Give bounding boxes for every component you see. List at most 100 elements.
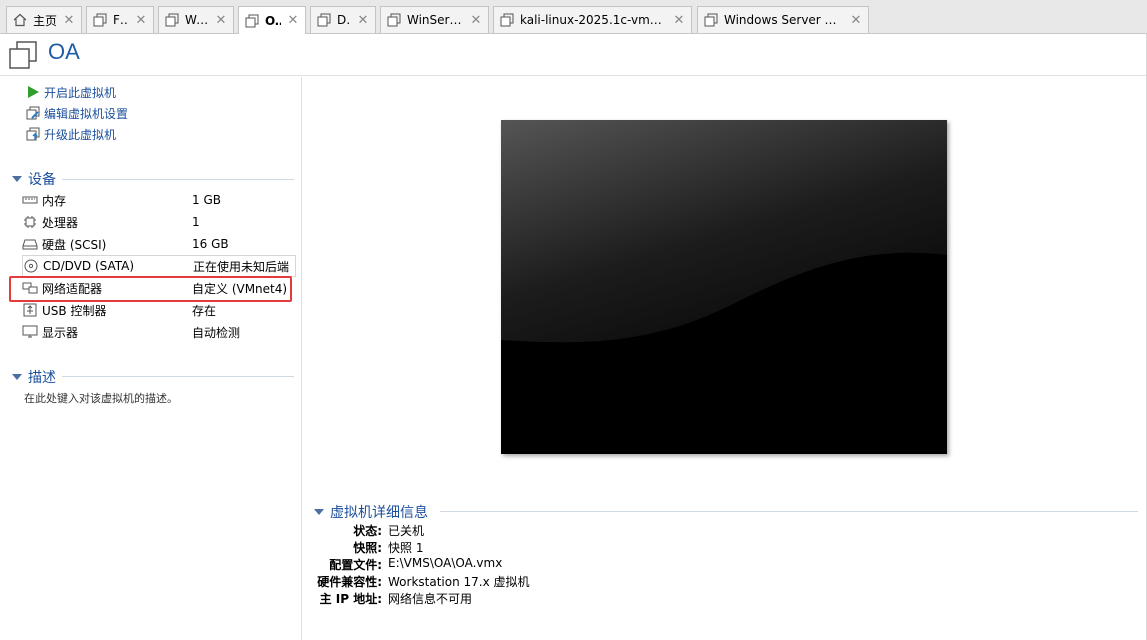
tab-bar: 主页 ✕ FW ✕ Web ✕ OA ✕ DB ✕ WinServer ✕ bbox=[0, 0, 1147, 34]
vm-icon bbox=[317, 13, 331, 27]
detail-key: 主 IP 地址: bbox=[319, 592, 382, 606]
detail-row-state: 状态: 已关机 bbox=[300, 522, 800, 539]
device-name: CD/DVD (SATA) bbox=[43, 259, 135, 273]
action-label: 升级此虚拟机 bbox=[44, 127, 117, 142]
divider bbox=[62, 179, 294, 180]
detail-row-snapshot: 快照: 快照 1 bbox=[300, 539, 800, 556]
section-title: 设备 bbox=[28, 172, 56, 188]
preview-gloss bbox=[501, 120, 947, 454]
section-title: 描述 bbox=[28, 370, 56, 386]
vm-icon bbox=[245, 14, 259, 28]
vm-header: OA bbox=[0, 34, 1147, 76]
detail-row-config-file: 配置文件: E:\VMS\OA\OA.vmx bbox=[300, 556, 800, 573]
device-value: 自动检测 bbox=[192, 325, 241, 340]
memory-icon bbox=[22, 193, 38, 207]
device-value: 1 GB bbox=[192, 193, 221, 207]
device-cd-dvd[interactable]: CD/DVD (SATA) 正在使用未知后端 bbox=[22, 255, 296, 277]
divider bbox=[62, 376, 294, 377]
section-title: 虚拟机详细信息 bbox=[330, 505, 428, 521]
detail-row-hardware-compat: 硬件兼容性: Workstation 17.x 虚拟机 bbox=[300, 573, 800, 590]
detail-value: 已关机 bbox=[388, 524, 425, 538]
usb-icon bbox=[22, 303, 38, 317]
device-memory[interactable]: 内存 1 GB bbox=[22, 189, 296, 211]
vm-icon bbox=[704, 13, 718, 27]
details-section-header[interactable]: 虚拟机详细信息 bbox=[314, 502, 428, 522]
close-icon[interactable]: ✕ bbox=[470, 13, 482, 28]
device-name: 硬盘 (SCSI) bbox=[42, 237, 107, 252]
vm-screen-preview[interactable] bbox=[501, 120, 947, 454]
detail-value: 网络信息不可用 bbox=[388, 592, 473, 606]
device-name: 处理器 bbox=[42, 215, 79, 230]
monitor-icon bbox=[22, 325, 38, 339]
tab-home[interactable]: 主页 ✕ bbox=[6, 6, 82, 33]
edit-settings-icon bbox=[26, 106, 40, 120]
tab-label: WinServer bbox=[407, 13, 464, 27]
collapse-arrow-icon bbox=[12, 374, 22, 380]
vm-icon bbox=[500, 13, 514, 27]
description-section-header[interactable]: 描述 bbox=[12, 367, 56, 387]
home-icon bbox=[13, 13, 27, 27]
device-value: 1 bbox=[192, 215, 200, 229]
divider bbox=[440, 511, 1138, 512]
vm-icon bbox=[93, 13, 107, 27]
detail-key: 硬件兼容性: bbox=[317, 575, 382, 589]
detail-value: E:\VMS\OA\OA.vmx bbox=[388, 556, 503, 570]
description-field[interactable]: 在此处键入对该虚拟机的描述。 bbox=[24, 390, 178, 406]
tab-label: Web bbox=[185, 13, 209, 27]
tab-label: kali-linux-2025.1c-vmware-am... bbox=[520, 13, 667, 27]
tab-db[interactable]: DB ✕ bbox=[310, 6, 376, 33]
device-value: 16 GB bbox=[192, 237, 229, 251]
tab-label: Windows Server 2022 bbox=[724, 13, 844, 27]
detail-key: 配置文件: bbox=[329, 558, 382, 572]
tab-oa[interactable]: OA ✕ bbox=[238, 6, 306, 34]
device-hard-disk[interactable]: 硬盘 (SCSI) 16 GB bbox=[22, 233, 296, 255]
tab-fw[interactable]: FW ✕ bbox=[86, 6, 154, 33]
processor-icon bbox=[22, 215, 38, 229]
device-value: 存在 bbox=[192, 303, 217, 318]
tab-label: DB bbox=[337, 13, 351, 27]
close-icon[interactable]: ✕ bbox=[63, 13, 75, 28]
tab-windows-server-2022[interactable]: Windows Server 2022 ✕ bbox=[697, 6, 869, 33]
vm-icon bbox=[8, 40, 38, 70]
tab-label: FW bbox=[113, 13, 129, 27]
device-monitor[interactable]: 显示器 自动检测 bbox=[22, 321, 296, 343]
detail-row-primary-ip: 主 IP 地址: 网络信息不可用 bbox=[300, 590, 800, 607]
device-name: 内存 bbox=[42, 193, 67, 208]
tab-web[interactable]: Web ✕ bbox=[158, 6, 234, 33]
page-title: OA bbox=[48, 39, 80, 64]
power-on-action[interactable]: 开启此虚拟机 bbox=[26, 83, 116, 101]
close-icon[interactable]: ✕ bbox=[673, 13, 685, 28]
device-name: USB 控制器 bbox=[42, 303, 107, 318]
device-usb[interactable]: USB 控制器 存在 bbox=[22, 299, 296, 321]
detail-value: Workstation 17.x 虚拟机 bbox=[388, 575, 530, 589]
device-name: 显示器 bbox=[42, 325, 79, 340]
upgrade-action[interactable]: 升级此虚拟机 bbox=[26, 125, 116, 143]
action-label: 编辑虚拟机设置 bbox=[44, 106, 129, 121]
detail-key: 状态: bbox=[353, 524, 382, 538]
close-icon[interactable]: ✕ bbox=[135, 13, 147, 28]
detail-value: 快照 1 bbox=[388, 541, 424, 555]
vm-icon bbox=[387, 13, 401, 27]
left-panel bbox=[0, 77, 302, 640]
device-value: 正在使用未知后端 bbox=[193, 259, 290, 274]
close-icon[interactable]: ✕ bbox=[850, 13, 862, 28]
edit-settings-action[interactable]: 编辑虚拟机设置 bbox=[26, 104, 128, 122]
cd-dvd-icon bbox=[23, 259, 39, 273]
close-icon[interactable]: ✕ bbox=[287, 13, 299, 28]
tab-label: OA bbox=[265, 13, 281, 28]
tab-winserver[interactable]: WinServer ✕ bbox=[380, 6, 489, 33]
close-icon[interactable]: ✕ bbox=[357, 13, 369, 28]
upgrade-icon bbox=[26, 127, 40, 141]
tab-kali-linux[interactable]: kali-linux-2025.1c-vmware-am... ✕ bbox=[493, 6, 692, 33]
detail-key: 快照: bbox=[353, 541, 382, 555]
close-icon[interactable]: ✕ bbox=[215, 13, 227, 28]
device-processor[interactable]: 处理器 1 bbox=[22, 211, 296, 233]
tab-label: 主页 bbox=[33, 13, 57, 28]
action-label: 开启此虚拟机 bbox=[44, 85, 117, 100]
devices-section-header[interactable]: 设备 bbox=[12, 169, 56, 189]
hard-disk-icon bbox=[22, 237, 38, 251]
play-icon bbox=[26, 85, 40, 99]
collapse-arrow-icon bbox=[314, 509, 324, 515]
vm-icon bbox=[165, 13, 179, 27]
collapse-arrow-icon bbox=[12, 176, 22, 182]
